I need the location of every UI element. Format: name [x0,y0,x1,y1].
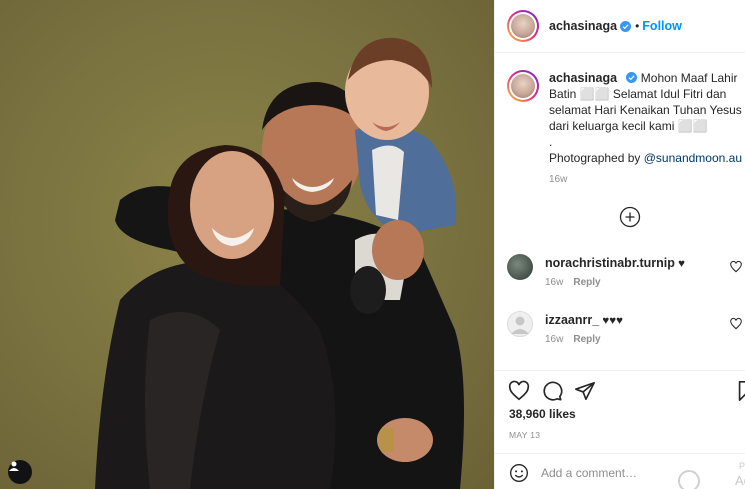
credit-handle-link[interactable]: @sunandmoon.au [644,151,742,165]
commenter-username[interactable]: norachristinabr.turnip [545,256,675,270]
commenter-avatar[interactable] [507,311,533,337]
author-username[interactable]: achasinaga [549,19,617,33]
commenter-username[interactable]: izzaanrr_ [545,313,599,327]
caption-credit: Photographed by @sunandmoon.au [549,150,742,166]
watermark-text-2: Ac [735,473,745,488]
commenter-avatar[interactable] [507,254,533,280]
caption-username[interactable]: achasinaga [549,71,617,85]
watermark-text-1: Po [739,461,745,471]
family-photo-illustration [95,37,464,489]
default-avatar-icon [511,316,529,334]
comment-like-heart-icon[interactable] [729,260,743,274]
post-actions: 38,960 likes MAY 13 Add a comment… Po Ac [495,370,745,489]
comment-input[interactable]: Add a comment… [541,466,637,480]
post-header: achasinaga • Follow [495,0,745,53]
comment-meta: 16w Reply [545,277,601,288]
watermark-logo-icon [678,470,700,489]
verified-badge-icon [620,20,632,32]
caption-dot-line: . [549,135,553,149]
caption-timestamp[interactable]: 16w [549,172,742,188]
author-avatar[interactable] [507,10,539,42]
comment-timestamp[interactable]: 16w [545,334,563,345]
reply-button[interactable]: Reply [573,334,600,345]
comment-text: ♥ [678,258,685,270]
caption-author-avatar[interactable] [507,70,539,102]
os-watermark: Po Ac [675,461,745,489]
paper-plane-icon[interactable] [574,380,596,402]
verified-badge-icon [626,72,638,83]
comment-text: ♥♥♥ [602,315,623,327]
emoji-icon[interactable] [509,463,529,483]
post-photo[interactable] [0,0,494,489]
bookmark-icon[interactable] [735,380,745,402]
comment-meta: 16w Reply [545,334,601,345]
comment-like-heart-icon[interactable] [729,317,743,331]
post-caption: achasinaga Mohon Maaf Lahir Batin ⬜⬜ Sel… [507,70,742,188]
post-date[interactable]: MAY 13 [509,430,540,440]
credit-prefix: Photographed by [549,151,644,165]
post-side-panel: achasinaga • Follow achasinaga Mohon Maa… [494,0,745,489]
heart-icon[interactable] [508,380,530,402]
separator-dot: • [635,19,640,33]
likes-count[interactable]: 38,960 likes [509,407,576,421]
comment-bubble-icon[interactable] [541,380,563,402]
plus-circle-icon[interactable] [619,206,641,228]
user-tag-icon [9,461,19,471]
reply-button[interactable]: Reply [573,277,600,288]
follow-button[interactable]: Follow [642,19,682,33]
comment-timestamp[interactable]: 16w [545,277,563,288]
user-tag-button[interactable] [8,460,32,484]
